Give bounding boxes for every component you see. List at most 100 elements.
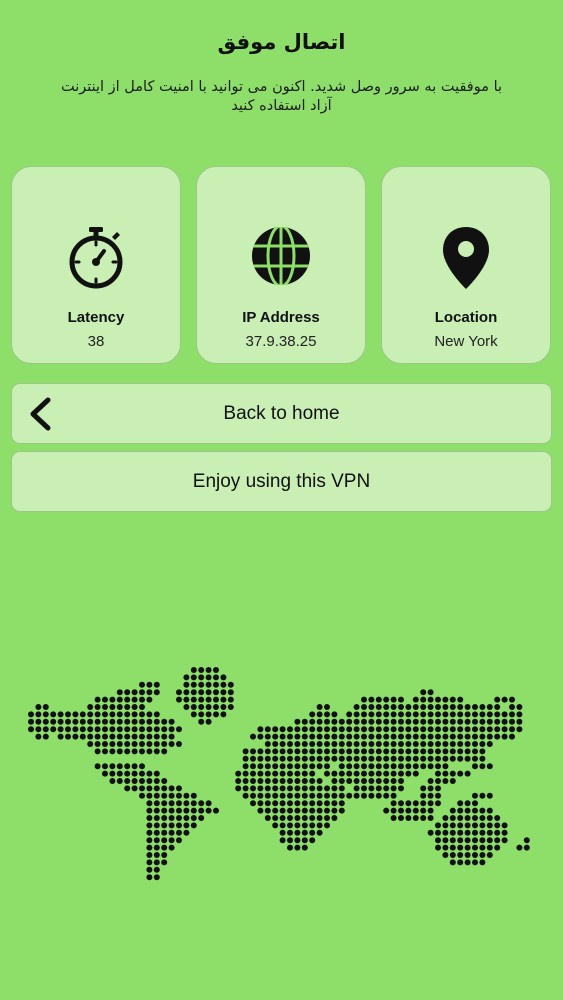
map-dot	[479, 844, 486, 851]
back-to-home-button[interactable]: Back to home	[11, 383, 552, 444]
map-dot	[390, 807, 397, 814]
map-dot	[161, 792, 168, 799]
map-dot	[205, 704, 212, 710]
enjoy-vpn-button[interactable]: Enjoy using this VPN	[11, 451, 552, 512]
map-dot	[227, 704, 234, 710]
map-dot	[294, 718, 301, 725]
ip-address-label: IP Address	[242, 309, 320, 326]
map-dot	[375, 726, 382, 733]
map-dot	[472, 800, 478, 807]
map-dot	[405, 770, 412, 777]
map-dot	[509, 704, 515, 710]
map-dot	[368, 778, 375, 784]
map-dot	[309, 815, 316, 821]
map-dot	[442, 829, 449, 836]
map-dot	[220, 674, 227, 681]
map-dot	[457, 822, 464, 829]
map-dot	[205, 711, 212, 718]
map-dot	[375, 792, 382, 799]
map-dot	[479, 822, 486, 829]
map-dot	[116, 763, 123, 770]
map-dot	[361, 785, 367, 792]
map-dot	[420, 733, 427, 740]
map-dot	[316, 829, 323, 836]
map-dot	[294, 815, 301, 821]
map-dot	[279, 807, 286, 814]
map-dot	[457, 770, 464, 777]
map-dot	[516, 711, 523, 718]
map-dot	[472, 704, 478, 710]
map-dot	[257, 763, 264, 770]
map-dot	[486, 718, 493, 725]
map-dot	[35, 726, 42, 733]
location-label: Location	[434, 309, 498, 326]
map-dot	[442, 844, 449, 851]
map-dot	[449, 741, 456, 747]
enjoy-vpn-label: Enjoy using this VPN	[192, 470, 371, 492]
map-dot	[331, 748, 338, 755]
map-dot	[161, 718, 168, 725]
map-dot	[368, 770, 375, 777]
map-dot	[427, 733, 434, 740]
map-dot	[464, 859, 471, 866]
map-dot	[124, 711, 131, 718]
map-dot	[338, 807, 345, 814]
map-dot	[116, 778, 123, 784]
map-dot	[250, 792, 256, 799]
map-dot	[390, 755, 397, 762]
map-dot	[124, 696, 131, 703]
map-dot	[346, 718, 353, 725]
map-dot	[124, 785, 131, 792]
map-dot	[383, 807, 390, 814]
map-dot	[375, 733, 382, 740]
map-dot	[227, 689, 234, 696]
map-dot	[309, 800, 316, 807]
map-dot	[198, 718, 205, 725]
map-dot	[301, 844, 308, 851]
map-dot	[368, 711, 375, 718]
map-dot	[28, 711, 34, 718]
map-dot	[131, 770, 138, 777]
map-dot	[405, 711, 412, 718]
map-dot	[116, 689, 123, 696]
map-dot	[420, 748, 427, 755]
map-dot	[257, 748, 264, 755]
map-dot	[472, 733, 478, 740]
map-dot	[183, 704, 190, 710]
map-dot	[435, 704, 441, 710]
map-dot	[316, 792, 323, 799]
map-dot	[168, 726, 175, 733]
map-dot	[486, 829, 493, 836]
map-dot	[331, 778, 338, 784]
map-dot	[153, 689, 160, 696]
map-dot	[35, 711, 42, 718]
map-dot	[442, 711, 449, 718]
map-dot	[331, 718, 338, 725]
map-dot	[287, 815, 293, 821]
map-dot	[176, 785, 182, 792]
map-dot	[198, 711, 205, 718]
map-dot	[301, 726, 308, 733]
map-dot	[279, 815, 286, 821]
map-dot	[287, 778, 293, 784]
map-dot	[435, 711, 441, 718]
map-dot	[324, 718, 330, 725]
map-dot	[153, 815, 160, 821]
map-dot	[294, 800, 301, 807]
map-dot	[420, 755, 427, 762]
map-dot	[227, 681, 234, 688]
map-dot	[368, 748, 375, 755]
map-dot	[435, 785, 441, 792]
map-dot	[124, 689, 131, 696]
map-dot	[102, 726, 108, 733]
map-dot	[279, 770, 286, 777]
map-dot	[516, 704, 523, 710]
map-dot	[153, 681, 160, 688]
map-dot	[279, 741, 286, 747]
map-dot	[442, 815, 449, 821]
map-dot	[316, 704, 323, 710]
map-dot	[324, 704, 330, 710]
map-dot	[176, 741, 182, 747]
map-dot	[338, 726, 345, 733]
map-dot	[442, 696, 449, 703]
